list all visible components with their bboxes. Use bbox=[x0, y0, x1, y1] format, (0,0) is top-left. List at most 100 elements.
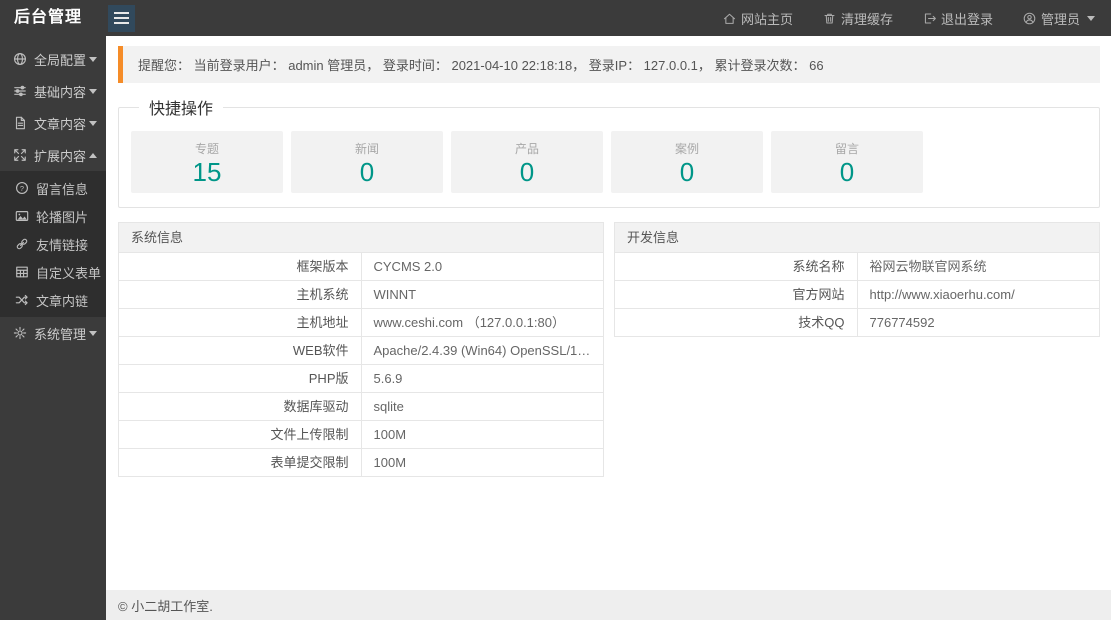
sidebar-subitem-label: 文章内链 bbox=[36, 293, 89, 309]
row-label: 文件上传限制 bbox=[118, 420, 362, 449]
row-value: http://www.xiaoerhu.com/ bbox=[856, 280, 1100, 309]
row-value: 100M bbox=[360, 448, 604, 477]
table-row: 官方网站 http://www.xiaoerhu.com/ bbox=[614, 280, 1100, 309]
row-label: 主机系统 bbox=[118, 280, 362, 309]
topnav-item[interactable]: 管理员 bbox=[1023, 9, 1095, 28]
stat-value: 0 bbox=[679, 157, 695, 187]
admin-app: 后台管理 全局配置 基础内容 文章内容 扩展内容 ? 留言信息 轮播图片 友情链… bbox=[0, 0, 1111, 620]
row-value: sqlite bbox=[360, 392, 604, 421]
table-row: 文件上传限制 100M bbox=[118, 420, 604, 449]
file-icon bbox=[13, 116, 27, 130]
table-row: 技术QQ 776774592 bbox=[614, 308, 1100, 337]
system-info-title: 系统信息 bbox=[118, 222, 604, 253]
sidebar-item-label: 文章内容 bbox=[34, 116, 87, 132]
row-value: 裕网云物联官网系统 bbox=[856, 252, 1100, 281]
chevron-icon bbox=[89, 120, 97, 126]
sidebar-item-label: 扩展内容 bbox=[34, 148, 87, 164]
sidebar-item[interactable]: 全局配置 bbox=[0, 43, 106, 75]
row-label: 表单提交限制 bbox=[118, 448, 362, 477]
stat-label: 新闻 bbox=[354, 142, 379, 156]
chevron-icon bbox=[89, 330, 97, 336]
chevron-icon bbox=[89, 88, 97, 94]
table-row: 框架版本 CYCMS 2.0 bbox=[118, 252, 604, 281]
trash-icon bbox=[823, 12, 836, 25]
stat-label: 案例 bbox=[674, 142, 699, 156]
chevron-icon bbox=[89, 152, 97, 158]
sidebar-menu: 全局配置 基础内容 文章内容 扩展内容 ? 留言信息 轮播图片 友情链接 自定义… bbox=[0, 36, 106, 349]
sidebar-subitem[interactable]: 轮播图片 bbox=[0, 202, 106, 230]
link-icon bbox=[15, 237, 29, 251]
sidebar-item[interactable]: 系统管理 bbox=[0, 317, 106, 349]
main-column: 网站主页 清理缓存 退出登录 管理员 提醒您： 当前登录用户： admin 管理… bbox=[106, 0, 1111, 620]
sidebar-subitem[interactable]: 友情链接 bbox=[0, 230, 106, 258]
topnav-item-label: 管理员 bbox=[1040, 11, 1080, 27]
sidebar-subitem[interactable]: 自定义表单 bbox=[0, 258, 106, 286]
stat-value: 0 bbox=[359, 157, 375, 187]
sidebar-item[interactable]: 扩展内容 bbox=[0, 139, 106, 171]
row-label: 框架版本 bbox=[118, 252, 362, 281]
sidebar: 后台管理 全局配置 基础内容 文章内容 扩展内容 ? 留言信息 轮播图片 友情链… bbox=[0, 0, 106, 620]
table-row: 主机地址 www.ceshi.com （127.0.0.1:80） bbox=[118, 308, 604, 337]
question-icon: ? bbox=[15, 181, 29, 195]
stat-value: 15 bbox=[192, 157, 222, 187]
row-value: WINNT bbox=[360, 280, 604, 309]
stat-value: 0 bbox=[519, 157, 535, 187]
gear-icon bbox=[13, 326, 27, 340]
sidebar-item-label: 系统管理 bbox=[34, 326, 87, 342]
sidebar-group: 系统管理 bbox=[0, 317, 106, 349]
sidebar-toggle-button[interactable] bbox=[108, 4, 135, 32]
quick-stat-card[interactable]: 新闻 0 bbox=[291, 131, 443, 193]
chevron-down-icon bbox=[1087, 15, 1095, 21]
app-title: 后台管理 bbox=[14, 9, 83, 26]
topnav-item-label: 网站主页 bbox=[740, 11, 793, 27]
row-label: 主机地址 bbox=[118, 308, 362, 337]
topnav-item[interactable]: 退出登录 bbox=[923, 9, 993, 28]
quick-stat-card[interactable]: 专题 15 bbox=[131, 131, 283, 193]
topnav-item-label: 清理缓存 bbox=[840, 11, 893, 27]
row-value: 776774592 bbox=[856, 308, 1100, 337]
topnav-item[interactable]: 网站主页 bbox=[723, 9, 793, 28]
svg-text:?: ? bbox=[20, 184, 24, 193]
table-row: 数据库驱动 sqlite bbox=[118, 392, 604, 421]
sidebar-subitem-label: 轮播图片 bbox=[36, 209, 89, 225]
row-label: WEB软件 bbox=[118, 336, 362, 365]
topnav-item-label: 退出登录 bbox=[940, 11, 993, 27]
table-row: 表单提交限制 100M bbox=[118, 448, 604, 477]
globe-icon bbox=[13, 52, 27, 66]
topnav-item[interactable]: 清理缓存 bbox=[823, 9, 893, 28]
signout-icon bbox=[923, 12, 936, 25]
image-icon bbox=[15, 209, 29, 223]
chevron-icon bbox=[89, 56, 97, 62]
info-tables: 系统信息 框架版本 CYCMS 2.0 主机系统 WINNT 主机地址 www.… bbox=[118, 222, 1100, 477]
row-label: PHP版 bbox=[118, 364, 362, 393]
content: 提醒您： 当前登录用户： admin 管理员， 登录时间： 2021-04-10… bbox=[106, 36, 1111, 590]
sidebar-item[interactable]: 文章内容 bbox=[0, 107, 106, 139]
table-row: PHP版 5.6.9 bbox=[118, 364, 604, 393]
sidebar-group: 基础内容 bbox=[0, 75, 106, 107]
sidebar-item[interactable]: 基础内容 bbox=[0, 75, 106, 107]
sidebar-subitem-label: 自定义表单 bbox=[36, 265, 102, 281]
system-info-table: 系统信息 框架版本 CYCMS 2.0 主机系统 WINNT 主机地址 www.… bbox=[118, 222, 604, 477]
expand-icon bbox=[13, 148, 27, 162]
row-value: Apache/2.4.39 (Win64) OpenSSL/1.1.1b mod… bbox=[360, 336, 604, 365]
footer: © 小二胡工作室. bbox=[106, 590, 1111, 620]
shuffle-icon bbox=[15, 293, 29, 307]
row-value: 5.6.9 bbox=[360, 364, 604, 393]
row-value: CYCMS 2.0 bbox=[360, 252, 604, 281]
row-value: www.ceshi.com （127.0.0.1:80） bbox=[360, 308, 604, 337]
sidebar-group: 扩展内容 ? 留言信息轮播图片友情链接自定义表单文章内链 bbox=[0, 139, 106, 317]
stat-cards: 专题 15 新闻 0 产品 0 案例 0 留言 0 bbox=[131, 131, 1087, 193]
home-icon bbox=[723, 12, 736, 25]
quick-stat-card[interactable]: 留言 0 bbox=[771, 131, 923, 193]
row-label: 技术QQ bbox=[614, 308, 858, 337]
stat-label: 产品 bbox=[514, 142, 539, 156]
sidebar-subitem[interactable]: ? 留言信息 bbox=[0, 174, 106, 202]
row-value: 100M bbox=[360, 420, 604, 449]
quick-stat-card[interactable]: 案例 0 bbox=[611, 131, 763, 193]
stat-value: 0 bbox=[839, 157, 855, 187]
sidebar-group: 全局配置 bbox=[0, 43, 106, 75]
sidebar-group: 文章内容 bbox=[0, 107, 106, 139]
quick-stat-card[interactable]: 产品 0 bbox=[451, 131, 603, 193]
row-label: 官方网站 bbox=[614, 280, 858, 309]
sidebar-subitem[interactable]: 文章内链 bbox=[0, 286, 106, 314]
